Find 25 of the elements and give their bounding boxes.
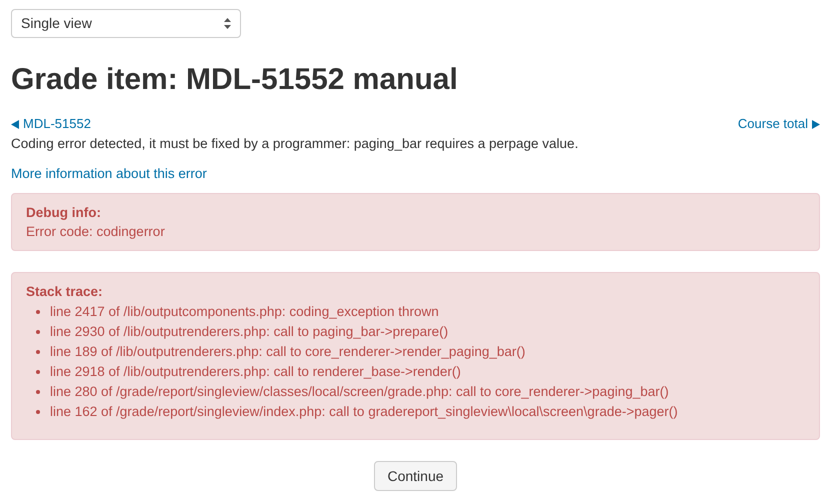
bullet-icon xyxy=(36,330,40,334)
more-info-link[interactable]: More information about this error xyxy=(11,164,207,184)
stack-trace-line: line 2930 of /lib/outputrenderers.php: call to paging_bar->prepare() xyxy=(50,323,448,341)
stack-trace-line: line 162 of /grade/report/singleview/index.php: call to gradereport_singleview\local\screen\grade->pager() xyxy=(50,403,678,421)
up-down-caret-icon xyxy=(224,18,231,29)
error-code-text: Error code: codingerror xyxy=(26,223,166,241)
continue-button[interactable]: Continue xyxy=(374,461,457,491)
stack-trace-title: Stack trace: xyxy=(26,283,104,301)
stack-trace-line: line 2918 of /lib/outputrenderers.php: call to renderer_base->render() xyxy=(50,363,461,381)
next-link[interactable]: Course total xyxy=(738,114,820,134)
previous-link[interactable]: MDL-51552 xyxy=(11,114,91,134)
error-message: Coding error detected, it must be fixed by a programmer: paging_bar requires a perpage value. xyxy=(11,135,580,153)
view-select[interactable]: Single view xyxy=(11,9,241,38)
stack-trace-line: line 280 of /grade/report/singleview/classes/local/screen/grade.php: call to core_renderer->paging_bar() xyxy=(50,383,669,401)
stack-trace-line: line 2417 of /lib/outputcomponents.php: coding_exception thrown xyxy=(50,303,439,321)
bullet-icon xyxy=(36,410,40,414)
left-triangle-icon xyxy=(11,120,19,128)
bullet-icon xyxy=(36,310,40,314)
bullet-icon xyxy=(36,350,40,354)
bullet-icon xyxy=(36,390,40,394)
stack-trace-line: line 189 of /lib/outputrenderers.php: call to core_renderer->render_paging_bar() xyxy=(50,343,526,361)
page-heading: Grade item: MDL-51552 manual xyxy=(11,62,459,98)
right-triangle-icon xyxy=(812,120,820,128)
bullet-icon xyxy=(36,370,40,374)
debug-info-title: Debug info: xyxy=(26,204,102,222)
